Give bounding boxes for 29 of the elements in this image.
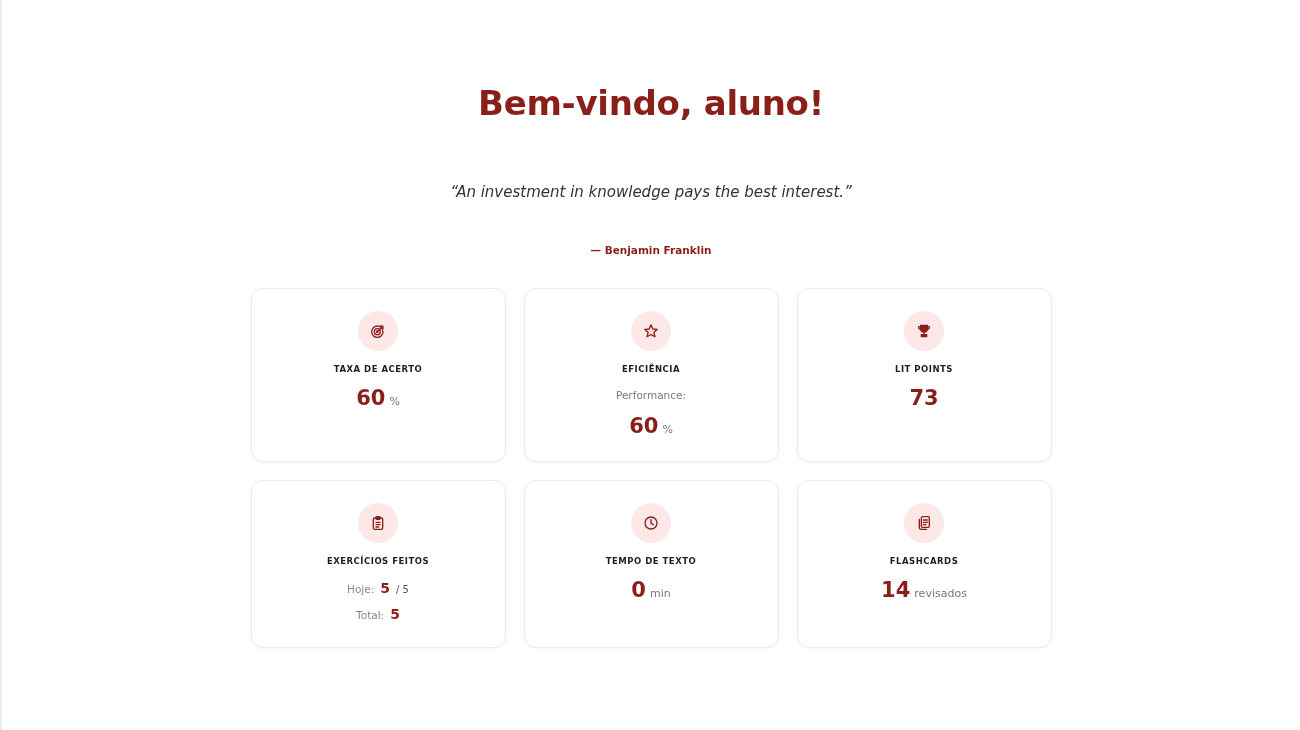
stat-label: Hoje: [347, 582, 375, 597]
quote-text: “An investment in knowledge pays the best interest.” [450, 182, 852, 203]
stat-unit: revisados [914, 587, 967, 600]
card-title: EXERCÍCIOS FEITOS [326, 555, 430, 567]
card-title: TAXA DE ACERTO [333, 363, 423, 375]
stat-value: 73 [909, 385, 939, 412]
welcome-heading: Bem-vindo, aluno! [478, 82, 824, 124]
quote-author: — Benjamin Franklin [590, 243, 712, 258]
stat-unit: / 5 [396, 583, 409, 597]
stat-value: 14 [881, 577, 911, 604]
stat-unit: % [662, 423, 673, 436]
stat-value: 60 [356, 385, 386, 412]
stat-caption: Performance: [615, 388, 687, 403]
stat-label: Total: [356, 608, 385, 623]
clipboard-icon [358, 503, 398, 543]
stat-value: 0 [631, 577, 646, 604]
stat-unit: % [389, 395, 400, 408]
stat-unit: min [649, 587, 671, 600]
card-title: TEMPO DE TEXTO [605, 555, 697, 567]
document-icon [904, 503, 944, 543]
trophy-icon [904, 311, 944, 351]
target-icon [358, 311, 398, 351]
card-title: EFICIÊNCIA [621, 363, 681, 375]
stat-value: 60 [629, 413, 659, 440]
stat-value: 5 [380, 579, 391, 598]
card-title: FLASHCARDS [889, 555, 959, 567]
clock-icon [631, 503, 671, 543]
card-title: LIT POINTS [895, 363, 953, 375]
stat-value: 5 [390, 605, 400, 624]
